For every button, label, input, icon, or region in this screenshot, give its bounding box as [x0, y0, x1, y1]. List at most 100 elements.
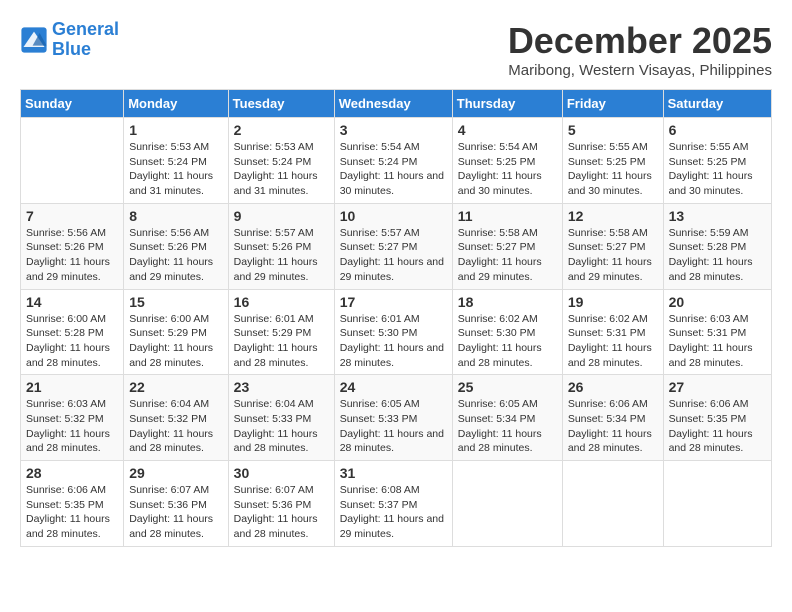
calendar-header-row: SundayMondayTuesdayWednesdayThursdayFrid…: [21, 90, 772, 118]
day-detail: Sunrise: 6:06 AMSunset: 5:35 PMDaylight:…: [669, 397, 766, 456]
calendar-cell: [663, 461, 771, 547]
calendar-week-2: 7 Sunrise: 5:56 AMSunset: 5:26 PMDaylight…: [21, 203, 772, 289]
day-detail: Sunrise: 6:01 AMSunset: 5:30 PMDaylight:…: [340, 312, 447, 371]
calendar-cell: 12 Sunrise: 5:58 AMSunset: 5:27 PMDayligh…: [562, 203, 663, 289]
logo-icon: [20, 26, 48, 54]
weekday-header-wednesday: Wednesday: [334, 90, 452, 118]
day-number: 7: [26, 208, 118, 224]
day-detail: Sunrise: 6:07 AMSunset: 5:36 PMDaylight:…: [234, 483, 329, 542]
day-detail: Sunrise: 6:04 AMSunset: 5:33 PMDaylight:…: [234, 397, 329, 456]
calendar-cell: 19Sunrise: 6:02 AMSunset: 5:31 PMDayligh…: [562, 289, 663, 375]
day-detail: Sunrise: 6:05 AMSunset: 5:34 PMDaylight:…: [458, 397, 557, 456]
day-detail: Sunrise: 6:00 AMSunset: 5:29 PMDaylight:…: [129, 312, 222, 371]
day-number: 13: [669, 208, 766, 224]
day-number: 20: [669, 294, 766, 310]
day-number: 8: [129, 208, 222, 224]
day-number: 9: [234, 208, 329, 224]
day-detail: Sunrise: 5:57 AMSunset: 5:27 PMDaylight:…: [340, 226, 447, 285]
weekday-header-tuesday: Tuesday: [228, 90, 334, 118]
calendar-cell: 5 Sunrise: 5:55 AMSunset: 5:25 PMDaylight…: [562, 118, 663, 204]
day-detail: Sunrise: 5:55 AMSunset: 5:25 PMDaylight:…: [669, 140, 766, 199]
day-number: 14: [26, 294, 118, 310]
calendar-cell: 16 Sunrise: 6:01 AMSunset: 5:29 PMDayligh…: [228, 289, 334, 375]
day-number: 17: [340, 294, 447, 310]
calendar-cell: 1 Sunrise: 5:53 AMSunset: 5:24 PMDaylight…: [124, 118, 228, 204]
day-number: 30: [234, 465, 329, 481]
calendar-cell: 8 Sunrise: 5:56 AMSunset: 5:26 PMDaylight…: [124, 203, 228, 289]
calendar-cell: 2 Sunrise: 5:53 AMSunset: 5:24 PMDaylight…: [228, 118, 334, 204]
day-detail: Sunrise: 5:53 AMSunset: 5:24 PMDaylight:…: [234, 140, 329, 199]
page-subtitle: Maribong, Western Visayas, Philippines: [508, 62, 772, 79]
day-number: 3: [340, 122, 447, 138]
calendar-cell: 23 Sunrise: 6:04 AMSunset: 5:33 PMDayligh…: [228, 375, 334, 461]
day-detail: Sunrise: 5:58 AMSunset: 5:27 PMDaylight:…: [458, 226, 557, 285]
day-number: 16: [234, 294, 329, 310]
calendar-week-3: 14 Sunrise: 6:00 AMSunset: 5:28 PMDayligh…: [21, 289, 772, 375]
day-detail: Sunrise: 5:53 AMSunset: 5:24 PMDaylight:…: [129, 140, 222, 199]
calendar-cell: 4 Sunrise: 5:54 AMSunset: 5:25 PMDaylight…: [452, 118, 562, 204]
day-detail: Sunrise: 6:03 AMSunset: 5:32 PMDaylight:…: [26, 397, 118, 456]
weekday-header-saturday: Saturday: [663, 90, 771, 118]
calendar-cell: 30 Sunrise: 6:07 AMSunset: 5:36 PMDayligh…: [228, 461, 334, 547]
day-detail: Sunrise: 5:56 AMSunset: 5:26 PMDaylight:…: [26, 226, 118, 285]
calendar-cell: 20 Sunrise: 6:03 AMSunset: 5:31 PMDayligh…: [663, 289, 771, 375]
day-number: 23: [234, 379, 329, 395]
calendar-cell: 11 Sunrise: 5:58 AMSunset: 5:27 PMDayligh…: [452, 203, 562, 289]
calendar-cell: [452, 461, 562, 547]
day-number: 2: [234, 122, 329, 138]
day-detail: Sunrise: 6:01 AMSunset: 5:29 PMDaylight:…: [234, 312, 329, 371]
calendar-table: SundayMondayTuesdayWednesdayThursdayFrid…: [20, 89, 772, 547]
day-number: 19: [568, 294, 658, 310]
day-detail: Sunrise: 6:03 AMSunset: 5:31 PMDaylight:…: [669, 312, 766, 371]
day-detail: Sunrise: 5:58 AMSunset: 5:27 PMDaylight:…: [568, 226, 658, 285]
calendar-cell: 29 Sunrise: 6:07 AMSunset: 5:36 PMDayligh…: [124, 461, 228, 547]
calendar-cell: 25 Sunrise: 6:05 AMSunset: 5:34 PMDayligh…: [452, 375, 562, 461]
day-number: 25: [458, 379, 557, 395]
day-number: 11: [458, 208, 557, 224]
calendar-cell: 18 Sunrise: 6:02 AMSunset: 5:30 PMDayligh…: [452, 289, 562, 375]
day-number: 18: [458, 294, 557, 310]
day-detail: Sunrise: 5:54 AMSunset: 5:25 PMDaylight:…: [458, 140, 557, 199]
day-detail: Sunrise: 6:00 AMSunset: 5:28 PMDaylight:…: [26, 312, 118, 371]
calendar-week-5: 28 Sunrise: 6:06 AMSunset: 5:35 PMDayligh…: [21, 461, 772, 547]
calendar-cell: 28 Sunrise: 6:06 AMSunset: 5:35 PMDayligh…: [21, 461, 124, 547]
day-detail: Sunrise: 6:07 AMSunset: 5:36 PMDaylight:…: [129, 483, 222, 542]
day-number: 28: [26, 465, 118, 481]
calendar-cell: 6 Sunrise: 5:55 AMSunset: 5:25 PMDaylight…: [663, 118, 771, 204]
day-number: 5: [568, 122, 658, 138]
calendar-cell: 10 Sunrise: 5:57 AMSunset: 5:27 PMDayligh…: [334, 203, 452, 289]
day-detail: Sunrise: 5:57 AMSunset: 5:26 PMDaylight:…: [234, 226, 329, 285]
day-detail: Sunrise: 6:04 AMSunset: 5:32 PMDaylight:…: [129, 397, 222, 456]
calendar-week-4: 21 Sunrise: 6:03 AMSunset: 5:32 PMDayligh…: [21, 375, 772, 461]
calendar-cell: 9 Sunrise: 5:57 AMSunset: 5:26 PMDaylight…: [228, 203, 334, 289]
day-number: 29: [129, 465, 222, 481]
day-detail: Sunrise: 6:02 AMSunset: 5:30 PMDaylight:…: [458, 312, 557, 371]
day-number: 21: [26, 379, 118, 395]
day-detail: Sunrise: 5:54 AMSunset: 5:24 PMDaylight:…: [340, 140, 447, 199]
title-area: December 2025 Maribong, Western Visayas,…: [508, 20, 772, 79]
calendar-cell: 13Sunrise: 5:59 AMSunset: 5:28 PMDayligh…: [663, 203, 771, 289]
calendar-cell: 24 Sunrise: 6:05 AMSunset: 5:33 PMDayligh…: [334, 375, 452, 461]
calendar-cell: 21 Sunrise: 6:03 AMSunset: 5:32 PMDayligh…: [21, 375, 124, 461]
calendar-cell: 7 Sunrise: 5:56 AMSunset: 5:26 PMDaylight…: [21, 203, 124, 289]
calendar-week-1: 1 Sunrise: 5:53 AMSunset: 5:24 PMDaylight…: [21, 118, 772, 204]
weekday-header-sunday: Sunday: [21, 90, 124, 118]
day-number: 27: [669, 379, 766, 395]
day-number: 24: [340, 379, 447, 395]
weekday-header-friday: Friday: [562, 90, 663, 118]
day-detail: Sunrise: 6:05 AMSunset: 5:33 PMDaylight:…: [340, 397, 447, 456]
day-detail: Sunrise: 5:56 AMSunset: 5:26 PMDaylight:…: [129, 226, 222, 285]
day-number: 10: [340, 208, 447, 224]
day-detail: Sunrise: 6:06 AMSunset: 5:34 PMDaylight:…: [568, 397, 658, 456]
day-detail: Sunrise: 6:06 AMSunset: 5:35 PMDaylight:…: [26, 483, 118, 542]
day-number: 1: [129, 122, 222, 138]
calendar-cell: 22Sunrise: 6:04 AMSunset: 5:32 PMDayligh…: [124, 375, 228, 461]
page-title: December 2025: [508, 20, 772, 62]
day-number: 6: [669, 122, 766, 138]
day-number: 4: [458, 122, 557, 138]
logo-text: General Blue: [52, 20, 119, 60]
day-number: 15: [129, 294, 222, 310]
weekday-header-thursday: Thursday: [452, 90, 562, 118]
day-detail: Sunrise: 5:55 AMSunset: 5:25 PMDaylight:…: [568, 140, 658, 199]
day-number: 12: [568, 208, 658, 224]
